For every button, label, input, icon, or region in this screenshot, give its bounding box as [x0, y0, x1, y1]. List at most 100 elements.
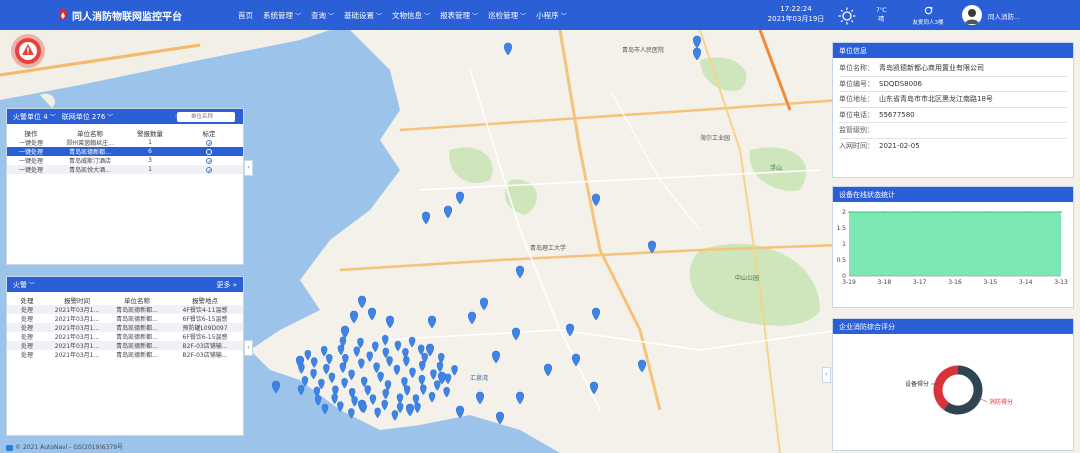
- data-point: [883, 211, 886, 213]
- handle-button[interactable]: 处理: [7, 350, 47, 359]
- unit-name: 郑州莱茵翰丝庄...: [66, 140, 114, 147]
- nav-relic-info[interactable]: 文物信息 ﹀: [392, 10, 430, 21]
- unit-name: 青岛凯德新都...: [107, 323, 167, 332]
- main-nav: 首页 系统管理 ﹀ 查询 ﹀ 基础设置 ﹀ 文物信息 ﹀ 报表管理 ﹀ 巡检管理 ﹀ 小程序…: [238, 10, 577, 21]
- alarm-place: 6F餐饮6-15温感: [182, 316, 228, 323]
- score-panel-title: 企业消防综合评分: [839, 322, 895, 331]
- table-row[interactable]: 一键处理 青岛威斯汀酒店 3: [7, 156, 243, 165]
- handle-button[interactable]: 处理: [7, 332, 47, 341]
- nav-query[interactable]: 查询 ﹀: [311, 10, 334, 21]
- map-label: 青岛市人民医院: [622, 46, 664, 54]
- alarm-panel: 火警 ﹀ 更多 » 处理 报警时间 单位名称 报警地点 处理 2021年03月1.…: [6, 276, 244, 436]
- alarm-place: 6F餐饮6-15温感: [182, 334, 228, 341]
- table-row[interactable]: 处理 2021年03月1... 青岛凯德新都... 预防罐L09D097: [7, 323, 243, 332]
- data-point: [954, 211, 956, 213]
- info-value: 55677580: [879, 110, 915, 119]
- tab-network-units[interactable]: 联网单位 276: [62, 112, 106, 122]
- nav-reports[interactable]: 报表管理 ﹀: [440, 10, 478, 21]
- locate-icon[interactable]: [206, 166, 212, 173]
- alarm-time: 2021年03月1...: [54, 316, 100, 323]
- handle-button[interactable]: 处理: [7, 305, 47, 314]
- refresh-icon: [924, 6, 932, 15]
- column-header: 报警时间: [64, 297, 90, 305]
- y-tick-label: 1.5: [836, 225, 846, 232]
- friendly-link-label: 友爱同人3楼: [912, 20, 944, 26]
- info-key: 入网时间：: [839, 142, 874, 151]
- fire-units-table: 操作 单位名称 警报数量 标定 一键处理 郑州莱茵翰丝庄... 1 一键处理 青…: [7, 128, 243, 174]
- nav-basic-settings[interactable]: 基础设置 ﹀: [344, 10, 382, 21]
- info-value: 青岛凯德新都心商用置业有限公司: [879, 64, 984, 73]
- top-bar: 同人消防物联网监控平台 首页 系统管理 ﹀ 查询 ﹀ 基础设置 ﹀ 文物信息 ﹀ 报表管…: [0, 0, 1080, 30]
- table-row[interactable]: 一键处理 青岛凯悦大酒... 1: [7, 165, 243, 174]
- device-status-title: 设备在线状态统计: [839, 190, 895, 199]
- alarm-time: 2021年03月1...: [54, 334, 100, 341]
- locate-cell[interactable]: [175, 147, 243, 156]
- table-row[interactable]: 处理 2021年03月1... 青岛凯德新都... 6F餐饮6-15温感: [7, 314, 243, 323]
- alarm-count: 1: [148, 139, 152, 146]
- tab-fire-units[interactable]: 火警单位 4: [13, 112, 48, 122]
- slice-label-device: 设备得分: [905, 380, 929, 388]
- nav-mini-program[interactable]: 小程序 ﹀: [536, 10, 567, 21]
- data-point: [918, 211, 921, 213]
- chevron-down-icon[interactable]: ﹀: [29, 280, 35, 289]
- one-click-handle-button[interactable]: 一键处理: [7, 138, 55, 147]
- one-click-handle-button[interactable]: 一键处理: [7, 156, 55, 165]
- info-row-unit-id: 单位编号： SDQDS8006: [839, 77, 1067, 92]
- locate-icon[interactable]: [206, 148, 212, 155]
- info-row-join-date: 入网时间： 2021-02-05: [839, 139, 1067, 155]
- data-point: [1024, 211, 1027, 213]
- locate-icon[interactable]: [206, 139, 212, 146]
- table-row[interactable]: 一键处理 青岛凯德新都... 6: [7, 147, 243, 156]
- friendly-link[interactable]: 友爱同人3楼: [908, 6, 948, 28]
- score-panel: 企业消防综合评分 设备得分 消防得分: [832, 318, 1074, 451]
- handle-button[interactable]: 处理: [7, 323, 47, 332]
- avatar[interactable]: [962, 5, 982, 25]
- map-label: 中山公园: [735, 274, 759, 282]
- nav-system[interactable]: 系统管理 ﹀: [263, 10, 301, 21]
- locate-icon[interactable]: [206, 157, 212, 164]
- one-click-handle-button[interactable]: 一键处理: [7, 165, 55, 174]
- unit-name: 青岛凯德新都...: [55, 147, 125, 156]
- info-value: 2021-02-05: [879, 142, 920, 151]
- column-header: 处理: [20, 297, 34, 305]
- more-link[interactable]: 更多 »: [216, 280, 237, 290]
- logo-icon: [59, 7, 67, 20]
- collapse-right-panel-toggle[interactable]: ›: [822, 367, 831, 383]
- column-header: 报警地点: [192, 297, 218, 305]
- collapse-left-panel-toggle[interactable]: ‹: [244, 160, 253, 176]
- unit-name: 青岛凯德新都...: [107, 341, 167, 350]
- chevron-down-icon: ﹀: [472, 13, 479, 20]
- alarm-place: B2F-03店铺输...: [182, 352, 228, 359]
- nav-inspection[interactable]: 巡检管理 ﹀: [488, 10, 526, 21]
- table-row[interactable]: 一键处理 郑州莱茵翰丝庄... 1: [7, 138, 243, 147]
- chevron-down-icon[interactable]: ﹀: [107, 112, 113, 121]
- unit-info-panel: 单位信息 单位名称： 青岛凯德新都心商用置业有限公司 单位编号： SDQDS8006…: [832, 42, 1074, 178]
- map-copyright: © 2021 AutoNavi - GS(2019)6379号: [6, 442, 123, 451]
- double-chevron-right-icon: »: [232, 280, 237, 289]
- locate-cell[interactable]: [175, 165, 243, 174]
- handle-button[interactable]: 处理: [7, 314, 47, 323]
- score-panel-header: 企业消防综合评分: [833, 319, 1073, 334]
- table-row[interactable]: 处理 2021年03月1... 青岛凯德新都... 6F餐饮6-15温感: [7, 332, 243, 341]
- collapse-left-panel-toggle[interactable]: ‹: [244, 340, 253, 356]
- unit-search-input[interactable]: [177, 112, 235, 122]
- table-row[interactable]: 处理 2021年03月1... 青岛凯德新都... 4F餐饮4-11温感: [7, 305, 243, 314]
- chevron-down-icon[interactable]: ﹀: [50, 112, 56, 121]
- locate-cell[interactable]: [175, 156, 243, 165]
- one-click-handle-button[interactable]: 一键处理: [7, 147, 55, 156]
- x-tick-label: 3-19: [842, 279, 856, 286]
- alarm-time: 2021年03月1...: [54, 352, 100, 359]
- user-name[interactable]: 同人消防...: [988, 11, 1020, 21]
- map-label: 青岛理工大学: [530, 244, 566, 252]
- fire-alarm-badge-icon[interactable]: [10, 33, 46, 69]
- nav-home[interactable]: 首页: [238, 10, 253, 21]
- info-row-supervision-level: 监管级别：: [839, 123, 1067, 139]
- table-row[interactable]: 处理 2021年03月1... 青岛凯德新都... B2F-03店铺输...: [7, 350, 243, 359]
- map-label: 汇泉湾: [470, 374, 488, 382]
- alarm-panel-title: 火警: [13, 280, 27, 289]
- unit-name: 青岛凯悦大酒...: [55, 165, 125, 174]
- table-row[interactable]: 处理 2021年03月1... 青岛凯德新都... B2F-03店铺输...: [7, 341, 243, 350]
- info-row-unit-address: 单位地址： 山东省青岛市市北区黑龙江南路18号: [839, 92, 1067, 108]
- handle-button[interactable]: 处理: [7, 341, 47, 350]
- locate-cell[interactable]: [175, 138, 243, 147]
